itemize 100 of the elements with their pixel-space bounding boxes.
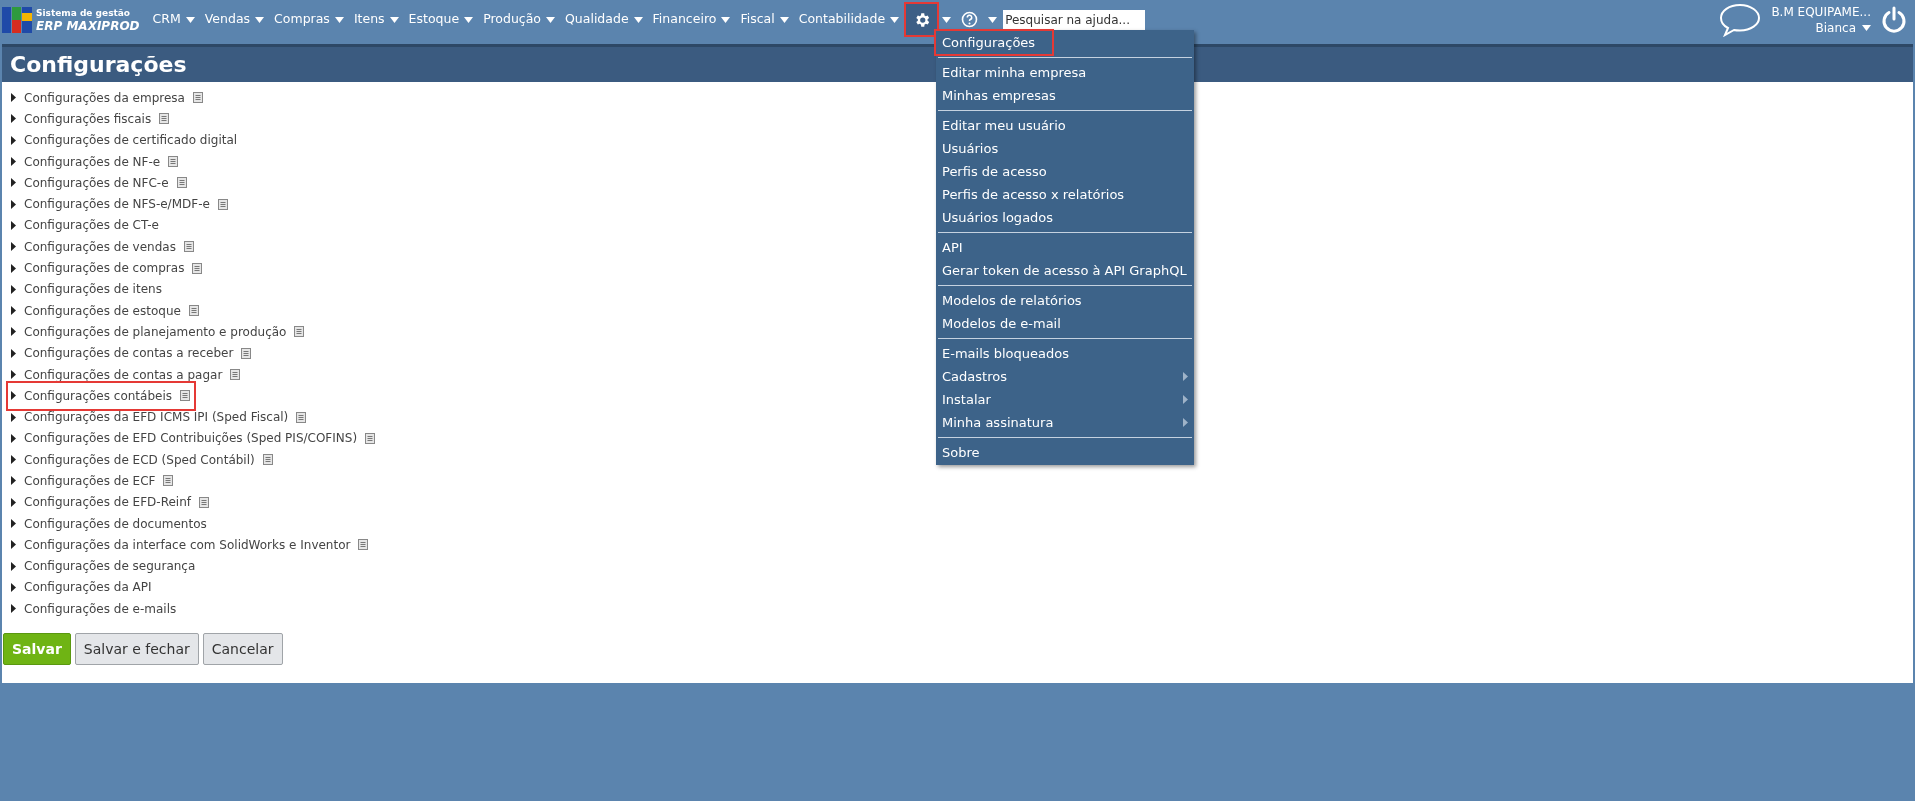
expand-arrow-icon	[11, 135, 16, 145]
caret-icon[interactable]	[988, 16, 998, 23]
document-icon[interactable]	[188, 305, 199, 317]
expand-arrow-icon	[11, 604, 16, 614]
caret-icon	[779, 16, 789, 23]
menu-item[interactable]: Instalar	[936, 388, 1194, 411]
document-icon[interactable]	[176, 177, 187, 189]
nav-menu[interactable]: Fiscal	[735, 4, 794, 35]
section-row[interactable]: Configurações de estoque	[11, 301, 203, 320]
menu-item[interactable]: Perfis de acesso	[936, 160, 1194, 183]
document-icon[interactable]	[192, 92, 203, 104]
nav-menu[interactable]: Estoque	[403, 4, 479, 35]
menu-item[interactable]: Usuários logados	[936, 206, 1194, 229]
document-icon[interactable]	[168, 156, 179, 168]
section-row[interactable]: Configurações de NF-e	[11, 152, 183, 171]
menu-item[interactable]: Usuários	[936, 137, 1194, 160]
menu-item[interactable]: E-mails bloqueados	[936, 342, 1194, 365]
section-row[interactable]: Configurações de e-mails	[11, 599, 181, 618]
caret-icon	[464, 16, 474, 23]
section-row[interactable]: Configurações de NFS-e/MDF-e	[11, 195, 232, 214]
page-title: Configurações	[10, 51, 187, 79]
caret-icon[interactable]	[1862, 24, 1871, 31]
expand-arrow-icon	[11, 370, 16, 379]
menu-item[interactable]: Sobre	[936, 441, 1194, 464]
section-row[interactable]: Configurações da interface com SolidWorks e Inventor	[11, 535, 373, 554]
section-row[interactable]: Configurações de planejamento e produção	[11, 322, 309, 341]
document-icon[interactable]	[183, 241, 194, 253]
nav-menu[interactable]: Itens	[348, 4, 404, 35]
nav-menu[interactable]: Contabilidade	[793, 4, 905, 35]
menu-item[interactable]: API	[936, 236, 1194, 259]
expand-arrow-icon	[11, 582, 16, 592]
menu-item[interactable]: Modelos de relatórios	[936, 289, 1194, 312]
caret-icon	[389, 16, 399, 23]
document-icon[interactable]	[159, 113, 170, 125]
section-row[interactable]: Configurações de ECF	[11, 472, 178, 490]
section-row[interactable]: Configurações da API	[11, 578, 156, 597]
document-icon[interactable]	[262, 454, 273, 466]
expand-arrow-icon	[11, 220, 16, 230]
expand-arrow-icon	[11, 178, 16, 188]
section-row[interactable]: Configurações de contas a pagar	[11, 365, 245, 384]
section-row[interactable]: Configurações de NFC-e	[11, 173, 191, 192]
nav-menu[interactable]: CRM	[147, 4, 200, 35]
search-field[interactable]: Pesquisar na ajuda...	[1003, 9, 1146, 30]
submenu-arrow-icon	[1183, 372, 1188, 381]
company-name: B.M EQUIPAME...	[1771, 3, 1871, 20]
section-row[interactable]: Configurações de EFD Contribuições (Sped PIS/COFINS)	[11, 429, 380, 448]
menu-item[interactable]: Gerar token de acesso à API GraphQL	[936, 259, 1194, 282]
menu-item[interactable]: Editar meu usuário	[936, 114, 1194, 137]
expand-arrow-icon	[11, 433, 16, 443]
action-button[interactable]: Cancelar	[202, 633, 283, 666]
section-row[interactable]: Configurações da EFD ICMS IPI (Sped Fiscal)	[11, 408, 311, 427]
help-icon[interactable]	[961, 11, 979, 28]
nav-menu[interactable]: Vendas	[199, 4, 270, 35]
section-row[interactable]: Configurações de EFD-Reinf	[11, 493, 213, 512]
caret-icon[interactable]	[942, 16, 952, 23]
document-icon[interactable]	[199, 496, 209, 508]
menu-item[interactable]: Minhas empresas	[936, 84, 1194, 107]
menu-item[interactable]: Modelos de e-mail	[936, 312, 1194, 335]
user-name[interactable]: Bianca	[1815, 19, 1856, 36]
document-icon[interactable]	[294, 326, 305, 338]
nav-menu[interactable]: Compras	[269, 4, 349, 35]
document-icon[interactable]	[192, 262, 203, 274]
section-row[interactable]: Configurações contábeis	[8, 382, 194, 409]
nav-menu[interactable]: Financeiro	[647, 4, 736, 35]
nav-menu[interactable]: Produção	[478, 4, 560, 35]
section-row[interactable]: Configurações de itens	[11, 280, 166, 299]
section-row[interactable]: Configurações de contas a receber	[11, 344, 256, 363]
document-icon[interactable]	[358, 539, 369, 551]
menu-item[interactable]: Perfis de acesso x relatórios	[936, 183, 1194, 206]
section-row[interactable]: Configurações de CT-e	[11, 216, 163, 235]
document-icon[interactable]	[163, 475, 174, 487]
document-icon[interactable]	[230, 369, 241, 380]
expand-arrow-icon	[11, 306, 16, 316]
document-icon[interactable]	[180, 390, 190, 402]
menu-item[interactable]: Editar minha empresa	[936, 61, 1194, 84]
menu-item[interactable]: Configurações	[936, 31, 1052, 54]
section-row[interactable]: Configurações de ECD (Sped Contábil)	[11, 450, 277, 469]
section-row[interactable]: Configurações de segurança	[11, 557, 200, 576]
section-row[interactable]: Configurações de documentos	[11, 514, 211, 533]
menu-item[interactable]: Minha assinatura	[936, 411, 1194, 434]
section-row[interactable]: Configurações de certificado digital	[11, 131, 242, 150]
nav-menu[interactable]: Qualidade	[560, 4, 648, 35]
document-icon[interactable]	[241, 347, 252, 359]
logo-subtitle: Sistema de gestão	[36, 6, 132, 20]
document-icon[interactable]	[217, 198, 228, 210]
document-icon[interactable]	[365, 432, 376, 444]
section-row[interactable]: Configurações da empresa	[11, 88, 207, 107]
menu-item[interactable]: Cadastros	[936, 365, 1194, 388]
chat-icon[interactable]	[1719, 2, 1762, 37]
action-button[interactable]: Salvar e fechar	[74, 633, 199, 666]
settings-button[interactable]	[906, 4, 938, 35]
power-icon[interactable]	[1881, 5, 1907, 34]
section-row[interactable]: Configurações de compras	[11, 259, 207, 277]
expand-arrow-icon	[11, 391, 16, 401]
caret-icon	[185, 16, 195, 23]
expand-arrow-icon	[11, 476, 16, 486]
section-row[interactable]: Configurações de vendas	[11, 237, 198, 256]
section-row[interactable]: Configurações fiscais	[11, 109, 174, 128]
caret-icon	[255, 16, 265, 23]
document-icon[interactable]	[296, 411, 307, 423]
